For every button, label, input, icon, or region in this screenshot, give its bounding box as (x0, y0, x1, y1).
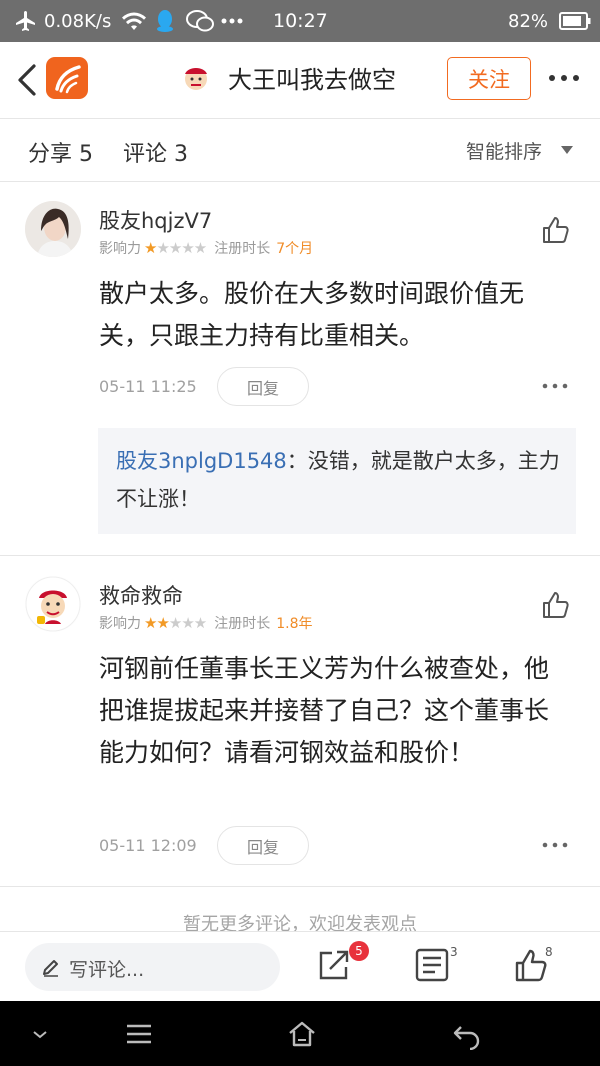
reply-button[interactable]: 回复 (217, 826, 309, 865)
user-meta: 影响力 ★★★★★ 注册时长 7个月 (99, 238, 313, 258)
reply-separator: ： (286, 449, 308, 473)
username[interactable]: 救命救命 (99, 580, 183, 610)
like-count: 8 (545, 945, 553, 959)
comment-text: 河钢前任董事长王义芳为什么被查处，他把谁提拔起来并接替了自己？这个董事长能力如何… (99, 654, 550, 767)
app-logo[interactable] (46, 57, 88, 99)
reg-value: 1.8年 (276, 616, 313, 632)
sort-dropdown[interactable]: 智能排序 (466, 137, 542, 164)
more-notifications-icon (221, 0, 243, 42)
tab-comment[interactable]: 评论 3 (123, 136, 188, 168)
influence-label: 影响力 (99, 616, 141, 632)
reply-button[interactable]: 回复 (217, 367, 309, 406)
battery-percent: 82% (508, 10, 549, 32)
rating-stars: ★★★★★ (144, 614, 207, 632)
page-title: 大王叫我去做空 (228, 66, 396, 94)
reg-label: 注册时长 (214, 616, 271, 632)
write-comment-placeholder: 写评论... (69, 959, 145, 981)
edit-icon (43, 960, 58, 977)
menu-icon[interactable] (123, 1018, 155, 1050)
reply-username[interactable]: 股友3nplgD1548 (116, 449, 287, 473)
battery-icon (559, 0, 591, 42)
comment-item: 救命救命 影响力 ★★★★★ 注册时长 1.8年 河钢前任董事长王义芳为什么被查… (0, 556, 600, 886)
write-comment-input[interactable]: 写评论... (25, 943, 280, 991)
like-icon[interactable] (540, 589, 572, 621)
system-back-icon[interactable] (451, 1018, 483, 1050)
wechat-icon (186, 0, 214, 42)
wifi-icon (121, 0, 147, 42)
qq-icon (155, 0, 175, 42)
divider (0, 886, 600, 887)
top-nav: 大王叫我去做空 关注 (0, 42, 600, 118)
system-nav-bar (0, 1001, 600, 1066)
clock: 10:27 (273, 10, 328, 32)
comment-count: 3 (450, 945, 458, 959)
comment-time: 05-11 12:09 (99, 836, 197, 855)
caret-down-icon[interactable] (561, 146, 573, 154)
airplane-icon (14, 0, 38, 42)
more-icon[interactable] (542, 382, 568, 390)
reg-label: 注册时长 (214, 241, 271, 257)
share-badge: 5 (349, 941, 369, 961)
rating-stars: ★★★★★ (144, 239, 207, 257)
follow-button[interactable]: 关注 (447, 57, 531, 100)
status-bar: 0.08K/s 10:27 82% (0, 0, 600, 42)
comment-time: 05-11 11:25 (99, 377, 197, 396)
reg-value: 7个月 (276, 241, 314, 257)
influence-label: 影响力 (99, 241, 141, 257)
share-icon[interactable] (316, 947, 352, 983)
reply-text-block: 股友3nplgD1548：没错，就是散户太多，主力不让涨！ (116, 442, 564, 518)
user-meta: 影响力 ★★★★★ 注册时长 1.8年 (99, 613, 313, 633)
author-avatar[interactable] (180, 62, 212, 94)
reply-quote: 股友3nplgD1548：没错，就是散户太多，主力不让涨！ (98, 428, 576, 534)
bottom-toolbar: 写评论... 5 3 8 (0, 931, 600, 1001)
username[interactable]: 股友hqjzV7 (99, 205, 212, 235)
comment-text: 散户太多。股价在大多数时间跟价值无关，只跟主力持有比重相关。 (99, 279, 525, 350)
more-icon[interactable] (542, 841, 568, 849)
more-icon[interactable] (548, 70, 580, 86)
tab-bar: 分享 5 评论 3 智能排序 (0, 119, 600, 181)
tab-share[interactable]: 分享 5 (28, 136, 93, 168)
avatar[interactable] (25, 576, 81, 632)
back-icon[interactable] (12, 62, 42, 98)
avatar[interactable] (25, 201, 81, 257)
network-speed: 0.08K/s (44, 10, 112, 32)
like-icon[interactable] (540, 214, 572, 246)
chevron-down-icon[interactable] (24, 1018, 56, 1050)
list-icon[interactable] (414, 947, 450, 983)
home-icon[interactable] (286, 1018, 318, 1050)
